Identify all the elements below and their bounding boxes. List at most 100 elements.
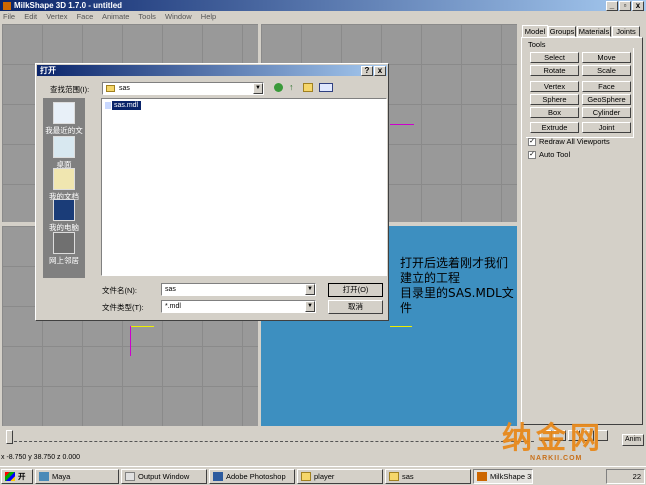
file-item-label: sas.mdl [114,102,139,109]
annotation-line-2: 目录里的SAS.MDL文件 [400,286,514,315]
task-milkshape-label: MilkShape 3D... [490,472,532,481]
desktop-icon [53,136,75,158]
task-output-window[interactable]: Output Window [121,469,207,484]
status-coords: x -8.750 y 38.750 z 0.000 [1,454,80,461]
axis-marker [130,326,131,356]
task-photoshop[interactable]: Adobe Photoshop [209,469,295,484]
open-file-dialog: 打开 ? x 查找范围(I): sas ▼ ↑ 我最近的文档 桌面 我的文档 我… [35,63,389,321]
auto-tool-checkbox[interactable]: ✓ Auto Tool [528,150,570,159]
task-sas[interactable]: sas [385,469,471,484]
dialog-title-bar: 打开 ? x [37,65,387,76]
tool-panel: Model Groups Materials Joints Tools Sele… [519,24,645,428]
annotation-line-1: 打开后选着刚才我们建立的工程 [400,256,509,285]
system-tray-clock: 22 [606,469,645,484]
dialog-close-button[interactable]: x [374,65,386,76]
check-icon: ✓ [528,137,536,146]
tab-model[interactable]: Model [522,25,548,37]
scale-button[interactable]: Scale [582,65,631,76]
move-button[interactable]: Move [582,52,631,63]
menu-face[interactable]: Face [77,12,94,21]
rotate-button[interactable]: Rotate [530,65,579,76]
place-network[interactable]: 网上邻居 [43,232,85,266]
maya-icon [39,472,49,481]
close-button[interactable]: x [632,0,644,11]
menu-window[interactable]: Window [165,12,192,21]
task-photoshop-label: Adobe Photoshop [226,472,286,481]
open-button[interactable]: 打开(O) [328,283,383,297]
chevron-down-icon[interactable]: ▼ [305,301,315,312]
tab-groups[interactable]: Groups [548,26,576,37]
watermark-logo: 纳金网 [502,421,604,456]
menu-help[interactable]: Help [201,12,216,21]
menu-animate[interactable]: Animate [102,12,130,21]
select-button[interactable]: Select [530,52,579,63]
filetype-label: 文件类型(T): [102,303,144,312]
app-icon [3,1,11,10]
network-icon [53,232,75,254]
window-icon [125,472,135,481]
auto-tool-label: Auto Tool [539,150,571,159]
check-icon: ✓ [528,150,536,159]
menu-tools[interactable]: Tools [138,12,156,21]
photoshop-icon [213,472,223,481]
axis-marker [390,326,412,327]
file-icon [104,101,112,110]
place-documents[interactable]: 我的文档 [43,168,85,202]
app-title: MilkShape 3D 1.7.0 - untitled [14,1,123,10]
place-computer-label: 我的电脑 [49,223,79,232]
joint-button[interactable]: Joint [582,122,631,133]
anim-button[interactable]: Anim [622,434,644,446]
recent-documents-icon [53,102,75,124]
file-item[interactable]: sas.mdl [104,101,142,110]
filetype-select[interactable]: *.mdl ▼ [161,300,316,313]
menu-bar: File Edit Vertex Face Animate Tools Wind… [3,12,223,23]
minimize-button[interactable]: _ [606,0,618,11]
help-button[interactable]: ? [361,65,373,76]
filename-input[interactable]: sas ▼ [161,283,316,296]
menu-vertex[interactable]: Vertex [46,12,67,21]
start-button[interactable]: 开始 [1,469,33,484]
extrude-button[interactable]: Extrude [530,122,579,133]
annotation-text: 打开后选着刚才我们建立的工程 目录里的SAS.MDL文件 [400,256,518,316]
app-title-bar: MilkShape 3D 1.7.0 - untitled _ ▫ x [0,0,646,11]
sphere-button[interactable]: Sphere [530,94,579,105]
cancel-button[interactable]: 取消 [328,300,383,314]
lookin-select[interactable]: sas ▼ [102,82,264,95]
menu-edit[interactable]: Edit [24,12,37,21]
back-icon[interactable] [274,83,283,92]
task-sas-label: sas [402,472,414,481]
milkshape-icon [477,472,487,481]
face-button[interactable]: Face [582,81,631,92]
watermark-url: NARKII.COM [530,455,583,462]
folder-icon [106,85,115,92]
task-player[interactable]: player [297,469,383,484]
redraw-all-viewports-checkbox[interactable]: ✓ Redraw All Viewports [528,137,610,146]
view-menu-icon[interactable] [319,83,333,92]
folder-icon [389,472,399,481]
vertex-button[interactable]: Vertex [530,81,579,92]
geosphere-button[interactable]: GeoSphere [582,94,631,105]
timeline-track[interactable] [14,441,534,442]
menu-file[interactable]: File [3,12,15,21]
timeline-slider-thumb[interactable] [6,430,13,444]
place-computer[interactable]: 我的电脑 [43,199,85,233]
new-folder-icon[interactable] [303,83,313,92]
box-button[interactable]: Box [530,107,579,118]
task-maya[interactable]: Maya [35,469,119,484]
tab-materials[interactable]: Materials [577,26,611,37]
chevron-down-icon[interactable]: ▼ [253,83,263,94]
maximize-button[interactable]: ▫ [619,0,631,11]
up-folder-icon[interactable]: ↑ [289,83,298,92]
places-bar: 我最近的文档 桌面 我的文档 我的电脑 网上邻居 [43,98,85,278]
lookin-label: 查找范围(I): [50,85,90,94]
cylinder-button[interactable]: Cylinder [582,107,631,118]
chevron-down-icon[interactable]: ▼ [305,284,315,295]
place-network-label: 网上邻居 [49,256,79,265]
filename-value: sas [165,286,176,293]
axis-marker [130,326,154,327]
task-milkshape[interactable]: MilkShape 3D... [473,469,533,484]
file-list[interactable]: sas.mdl [101,98,387,276]
tab-joints[interactable]: Joints [612,26,640,37]
filetype-value: *.mdl [165,303,181,310]
place-desktop[interactable]: 桌面 [43,136,85,170]
